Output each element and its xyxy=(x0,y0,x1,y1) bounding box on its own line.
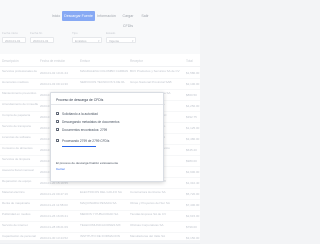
checkbox-checked-icon: ✓ xyxy=(56,127,60,132)
checkbox-checked-icon: ✓ xyxy=(56,138,60,143)
step-requesting-authority: ✓ Solicitando a la autoridad xyxy=(56,111,156,117)
checkbox-checked-icon: ✓ xyxy=(56,111,60,116)
dialog-divider xyxy=(51,104,163,105)
step-downloading-metadata: ✓ Descargando metadatos de documentos xyxy=(56,119,156,125)
close-link[interactable]: Cerrar xyxy=(56,167,65,171)
step-label: Descargando metadatos de documentos xyxy=(62,119,120,124)
step-label: Procesando 2799 de 2799 CFDIs xyxy=(62,138,110,143)
download-progress-dialog: Proceso de descarga de CFDIs ✓ Solicitan… xyxy=(50,92,164,182)
checkbox-checked-icon: ✓ xyxy=(56,119,60,124)
progress-bar-fill xyxy=(62,145,96,147)
step-label: Documentos encontrados: 2799 xyxy=(62,127,108,132)
step-label: Solicitando a la autoridad xyxy=(62,111,98,116)
completion-message: El proceso de descarga finalizó exitosam… xyxy=(56,161,119,165)
step-processing-cfdis: ✓ Procesando 2799 de 2799 CFDIs xyxy=(56,138,156,144)
dialog-title: Proceso de descarga de CFDIs xyxy=(56,98,104,102)
step-documents-found: ✓ Documentos encontrados: 2799 xyxy=(56,127,156,133)
progress-bar xyxy=(62,145,96,147)
